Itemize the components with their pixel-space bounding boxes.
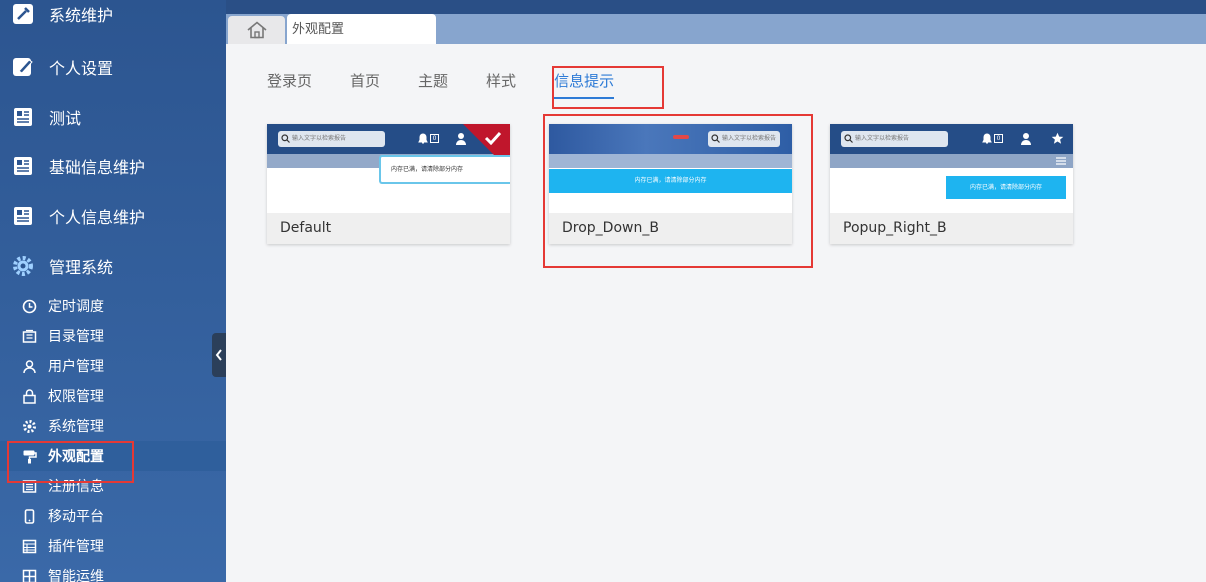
sidebar-item-label: 个人信息维护	[49, 208, 146, 227]
sidebar-item-label: 用户管理	[48, 359, 104, 375]
sidebar-item-plugins[interactable]: 插件管理	[0, 531, 226, 561]
card-caption: Default	[267, 213, 510, 244]
card-caption: Popup_Right_B	[830, 213, 1073, 244]
highlight-box-sidebar	[7, 441, 134, 483]
sidebar-item-permissions[interactable]: 权限管理	[0, 381, 226, 411]
sidebar-item-ops[interactable]: 智能运维	[0, 561, 226, 582]
sidebar-item-label: 目录管理	[48, 329, 104, 345]
main-content: 登录页 首页 主题 样式 信息提示 输入文字以检索报告 0 内存已满，请清除部分…	[226, 44, 1206, 582]
document-icon	[10, 104, 36, 130]
checkmark-icon	[484, 131, 502, 145]
highlight-box-tab	[552, 66, 664, 109]
sidebar-item-system-maintenance[interactable]: 系统维护	[0, 0, 226, 34]
star-icon	[1051, 132, 1064, 144]
sidebar-item-label: 系统管理	[48, 419, 104, 435]
home-icon	[246, 21, 267, 39]
tab-login-page[interactable]: 登录页	[267, 70, 312, 99]
sidebar-item-management-system[interactable]: 管理系统	[0, 246, 226, 286]
sidebar-item-label: 测试	[49, 109, 82, 128]
notice-popup: 内存已满，请清除部分内存	[946, 176, 1066, 199]
sidebar-item-label: 插件管理	[48, 539, 104, 555]
clock-icon	[21, 298, 37, 314]
user-icon	[21, 358, 37, 374]
card-preview: 输入文字以检索报告 0 内存已满，请清除部分内存	[830, 124, 1073, 213]
notification-badge: 0	[994, 134, 1003, 143]
sidebar-item-label: 管理系统	[49, 258, 114, 277]
style-card-popup-right-b[interactable]: 输入文字以检索报告 0 内存已满，请清除部分内存 Popup_Right_B	[830, 124, 1073, 244]
grid-icon	[21, 568, 37, 582]
preview-search-input: 输入文字以检索报告	[841, 131, 948, 147]
document-icon	[10, 153, 36, 179]
bell-icon	[418, 133, 428, 144]
home-tab[interactable]	[228, 16, 285, 44]
notice-popup: 内存已满，请清除部分内存	[379, 155, 510, 184]
sidebar-item-label: 权限管理	[48, 389, 104, 405]
tab-theme[interactable]: 主题	[418, 70, 448, 99]
sidebar-item-label: 个人设置	[49, 59, 114, 78]
document-icon	[10, 203, 36, 229]
tab-style[interactable]: 样式	[486, 70, 516, 99]
lock-icon	[21, 388, 37, 404]
sidebar-item-label: 系统维护	[49, 6, 114, 25]
preview-search-input: 输入文字以检索报告	[278, 131, 385, 147]
sidebar-item-mobile[interactable]: 移动平台	[0, 501, 226, 531]
highlight-box-card	[543, 114, 813, 268]
sidebar-item-personal-info[interactable]: 个人信息维护	[0, 196, 226, 236]
gear-icon	[21, 418, 37, 434]
sidebar-item-label: 智能运维	[48, 569, 104, 582]
gear-icon	[10, 253, 36, 279]
sidebar-item-test[interactable]: 测试	[0, 97, 226, 137]
wrench-icon	[10, 1, 36, 27]
list-icon	[21, 538, 37, 554]
search-icon	[281, 134, 290, 143]
sidebar-item-catalog[interactable]: 目录管理	[0, 321, 226, 351]
tab-appearance[interactable]: 外观配置	[287, 14, 436, 44]
tab-home-page[interactable]: 首页	[350, 70, 380, 99]
mobile-icon	[21, 508, 37, 524]
edit-icon	[10, 54, 36, 80]
sidebar-collapse-button[interactable]	[212, 333, 226, 377]
style-card-default[interactable]: 输入文字以检索报告 0 内存已满，请清除部分内存 Default	[267, 124, 510, 244]
bell-icon	[982, 133, 992, 144]
folder-icon	[21, 328, 37, 344]
sidebar-item-personal-settings[interactable]: 个人设置	[0, 47, 226, 87]
search-icon	[844, 134, 853, 143]
menu-icon	[1056, 157, 1066, 165]
card-preview: 输入文字以检索报告 0 内存已满，请清除部分内存	[267, 124, 510, 213]
sidebar: 系统维护 个人设置 测试 基础信息维护 个人信息维护 管理系统 定时调度 目录管…	[0, 0, 226, 582]
sidebar-item-label: 基础信息维护	[49, 158, 146, 177]
sidebar-item-scheduling[interactable]: 定时调度	[0, 291, 226, 321]
chevron-left-icon	[215, 349, 222, 361]
sidebar-item-label: 定时调度	[48, 299, 104, 315]
sidebar-item-users[interactable]: 用户管理	[0, 351, 226, 381]
sidebar-item-label: 移动平台	[48, 509, 104, 525]
sidebar-item-system-management[interactable]: 系统管理	[0, 411, 226, 441]
user-icon	[1021, 133, 1031, 145]
notification-badge: 0	[430, 134, 439, 143]
sidebar-item-basic-info[interactable]: 基础信息维护	[0, 146, 226, 186]
